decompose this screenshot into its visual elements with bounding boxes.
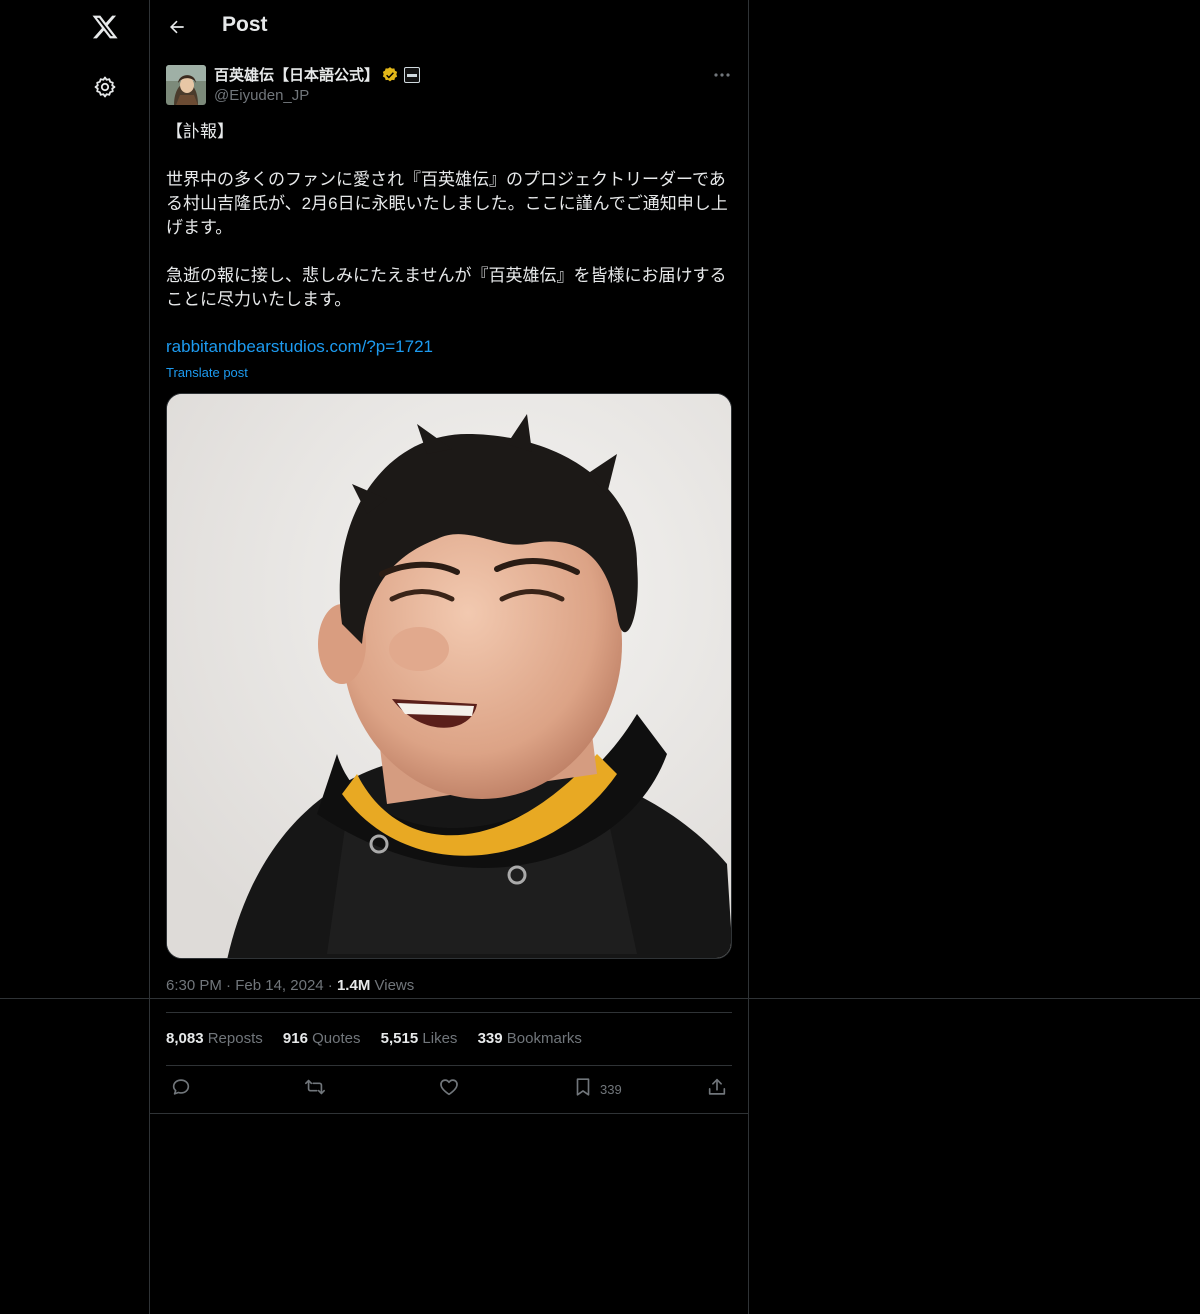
bookmarks-stat[interactable]: 339 Bookmarks (478, 1030, 582, 1047)
post-date[interactable]: Feb 14, 2024 (235, 977, 323, 994)
left-nav-rail (0, 0, 149, 1314)
verified-badge-icon (381, 66, 399, 84)
reposts-stat[interactable]: 8,083 Reposts (166, 1030, 263, 1047)
post-image[interactable] (166, 393, 732, 959)
post-bottom-divider (150, 1113, 748, 1114)
views-count: 1.4M (336, 977, 371, 994)
display-name[interactable]: 百英雄伝【日本語公式】 (214, 64, 379, 85)
action-bar: 339 (166, 1076, 732, 1102)
reply-icon (170, 1076, 192, 1103)
post-text: 【訃報】 世界中の多くのファンに愛され『百英雄伝』のプロジェクトリーダーである村… (166, 120, 732, 312)
reposts-count: 8,083 (166, 1030, 204, 1047)
engagement-stats: 8,083 Reposts 916 Quotes 5,515 Likes 339… (166, 1030, 598, 1047)
bookmark-count: 339 (600, 1081, 622, 1097)
arrow-left-icon[interactable] (164, 14, 190, 40)
affiliate-badge-icon[interactable] (404, 67, 420, 83)
post-link[interactable]: rabbitandbearstudios.com/?p=1721 (166, 337, 433, 357)
bookmark-button[interactable]: 339 (572, 1076, 622, 1102)
share-icon (706, 1076, 728, 1103)
quotes-label: Quotes (312, 1030, 361, 1047)
likes-count: 5,515 (380, 1030, 419, 1047)
post-paragraph: 【訃報】 (166, 122, 234, 141)
page-title: Post (222, 13, 268, 36)
bookmarks-label: Bookmarks (506, 1030, 582, 1047)
views-label: Views (374, 977, 415, 994)
share-button[interactable] (706, 1076, 728, 1102)
post-header: Post (150, 0, 748, 54)
like-button[interactable] (438, 1076, 460, 1102)
post-detail-column: Post 百英雄伝【日本語公式】 @Eiyuden_JP 【訃報】 世界中の多く… (150, 0, 748, 1314)
reposts-label: Reposts (207, 1030, 263, 1047)
stats-divider-bottom (166, 1065, 732, 1066)
reply-button[interactable] (170, 1076, 192, 1102)
repost-icon (303, 1076, 327, 1103)
post-time[interactable]: 6:30 PM (166, 977, 222, 994)
user-handle[interactable]: @Eiyuden_JP (214, 87, 309, 104)
likes-stat[interactable]: 5,515 Likes (381, 1030, 458, 1047)
more-options-icon[interactable] (710, 64, 734, 86)
translate-post-link[interactable]: Translate post (166, 365, 248, 380)
column-divider-right (748, 0, 749, 1314)
post-paragraph: 世界中の多くのファンに愛され『百英雄伝』のプロジェクトリーダーである村山吉隆氏が… (166, 170, 728, 237)
x-logo-icon[interactable] (88, 10, 122, 44)
bookmark-icon (572, 1076, 594, 1103)
likes-label: Likes (422, 1030, 458, 1047)
post-paragraph: 急逝の報に接し、悲しみにたえませんが『百英雄伝』を皆様にお届けすることに尽力いた… (166, 266, 727, 309)
heart-icon (438, 1076, 460, 1103)
quotes-count: 916 (282, 1030, 308, 1047)
bookmarks-count: 339 (477, 1030, 503, 1047)
avatar[interactable] (166, 65, 206, 105)
repost-button[interactable] (303, 1076, 327, 1102)
quotes-stat[interactable]: 916 Quotes (283, 1030, 361, 1047)
post-metadata: 6:30 PM · Feb 14, 2024 · 1.4M Views (166, 977, 415, 994)
gear-icon[interactable] (88, 70, 122, 104)
stats-divider-top (166, 1012, 732, 1013)
